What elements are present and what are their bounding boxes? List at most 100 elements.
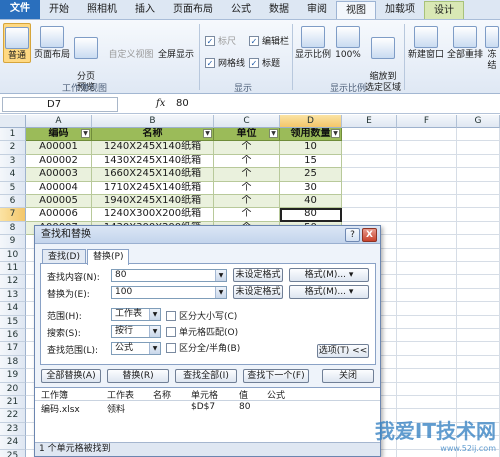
cell-g5[interactable] <box>457 181 500 195</box>
row-header-2[interactable]: 2 <box>0 141 26 155</box>
formula-bar-checkbox[interactable]: ✓ 编辑栏 <box>249 34 289 47</box>
cell-d2[interactable]: 10 <box>280 141 342 155</box>
cell-f3[interactable] <box>397 154 457 169</box>
cell-g14[interactable] <box>457 302 500 316</box>
cell-g21[interactable] <box>457 396 500 410</box>
within-select[interactable]: 工作表 ▼ <box>111 308 161 321</box>
row-header-4[interactable]: 4 <box>0 168 26 182</box>
close-icon[interactable]: X <box>362 228 377 242</box>
cell-g8[interactable] <box>457 221 500 236</box>
tab-view[interactable]: 视图 <box>336 1 376 19</box>
insert-function-icon[interactable]: fx <box>156 98 165 109</box>
cell-a4[interactable]: A00003 <box>26 168 92 182</box>
column-header-g[interactable]: G <box>457 115 500 128</box>
cell-f9[interactable] <box>397 235 457 249</box>
cell-f6[interactable] <box>397 195 457 209</box>
zoom-to-selection-button[interactable]: 缩放到 选定区域 <box>364 23 402 94</box>
results-col-sheet[interactable]: 工作表 <box>107 388 134 401</box>
row-header-10[interactable]: 10 <box>0 248 26 262</box>
row-header-8[interactable]: 8 <box>0 221 26 236</box>
row-header-24[interactable]: 24 <box>0 436 26 450</box>
cell-f8[interactable] <box>397 221 457 236</box>
cell-b1[interactable]: 名称 ▼ <box>92 128 214 142</box>
row-header-21[interactable]: 21 <box>0 396 26 410</box>
tab-home[interactable]: 开始 <box>40 1 78 19</box>
normal-view-button[interactable]: 普通 <box>3 23 31 63</box>
column-header-a[interactable]: A <box>26 115 92 128</box>
tab-design[interactable]: 设计 <box>424 1 464 19</box>
page-layout-view-button[interactable]: 页面布局 <box>33 23 71 61</box>
filter-dropdown-icon[interactable]: ▼ <box>269 129 278 138</box>
filter-dropdown-icon[interactable]: ▼ <box>203 129 212 138</box>
cell-g17[interactable] <box>457 342 500 356</box>
results-col-formula[interactable]: 公式 <box>267 388 285 401</box>
options-button[interactable]: 选项(T) << <box>317 344 369 358</box>
results-col-name[interactable]: 名称 <box>153 388 171 401</box>
freeze-panes-button[interactable]: 冻结 <box>484 23 500 72</box>
cell-g7[interactable] <box>457 208 500 222</box>
cell-b7[interactable]: 1240X300X200纸箱 <box>92 208 214 222</box>
row-header-17[interactable]: 17 <box>0 342 26 356</box>
active-cell[interactable]: 80 <box>280 208 342 222</box>
replace-format-button[interactable]: 格式(M)... ▾ <box>289 285 369 299</box>
row-header-25[interactable]: 25 <box>0 449 26 457</box>
cell-e3[interactable] <box>342 154 397 169</box>
cell-c7[interactable]: 个 <box>214 208 280 222</box>
tab-replace[interactable]: 替换(P) <box>87 249 130 265</box>
row-header-12[interactable]: 12 <box>0 275 26 289</box>
results-col-workbook[interactable]: 工作簿 <box>41 388 68 401</box>
cell-g1[interactable] <box>457 128 500 142</box>
cell-g12[interactable] <box>457 275 500 289</box>
arrange-all-button[interactable]: 全部重排 <box>447 23 483 61</box>
cell-f11[interactable] <box>397 262 457 276</box>
cell-f5[interactable] <box>397 181 457 195</box>
cell-f2[interactable] <box>397 141 457 155</box>
cell-g16[interactable] <box>457 329 500 343</box>
tab-review[interactable]: 审阅 <box>298 1 336 19</box>
cell-c5[interactable]: 个 <box>214 181 280 195</box>
find-what-input[interactable]: 80 ▼ <box>111 269 227 282</box>
cell-a6[interactable]: A00005 <box>26 195 92 209</box>
find-next-button[interactable]: 查找下一个(F) <box>243 369 309 383</box>
cell-f17[interactable] <box>397 342 457 356</box>
column-header-d[interactable]: D <box>280 115 342 128</box>
row-header-3[interactable]: 3 <box>0 154 26 169</box>
cell-a3[interactable]: A00002 <box>26 154 92 169</box>
filter-dropdown-icon[interactable]: ▼ <box>331 129 340 138</box>
row-header-22[interactable]: 22 <box>0 409 26 423</box>
row-header-6[interactable]: 6 <box>0 195 26 209</box>
cell-e1[interactable] <box>342 128 397 142</box>
cell-f18[interactable] <box>397 355 457 370</box>
chevron-down-icon[interactable]: ▼ <box>149 343 160 354</box>
match-entire-cell-checkbox[interactable]: 单元格匹配(O) <box>166 325 238 338</box>
cell-f7[interactable] <box>397 208 457 222</box>
row-header-7[interactable]: 7 <box>0 208 26 222</box>
dialog-title-bar[interactable]: 查找和替换 ? X <box>35 226 380 244</box>
column-header-f[interactable]: F <box>397 115 457 128</box>
cell-f15[interactable] <box>397 315 457 329</box>
cell-c4[interactable]: 个 <box>214 168 280 182</box>
help-button[interactable]: ? <box>345 228 360 242</box>
cell-g18[interactable] <box>457 355 500 370</box>
cell-f1[interactable] <box>397 128 457 142</box>
cell-e2[interactable] <box>342 141 397 155</box>
tab-formulas[interactable]: 公式 <box>222 1 260 19</box>
ruler-checkbox[interactable]: ✓ 标尺 <box>205 34 236 47</box>
cell-g2[interactable] <box>457 141 500 155</box>
cell-g20[interactable] <box>457 382 500 396</box>
results-col-value[interactable]: 值 <box>239 388 248 401</box>
cell-g4[interactable] <box>457 168 500 182</box>
results-col-cell[interactable]: 单元格 <box>191 388 218 401</box>
results-row[interactable]: 编码.xlsx 领料 $D$7 80 <box>35 402 380 415</box>
cell-e7[interactable] <box>342 208 397 222</box>
match-byte-checkbox[interactable]: 区分全/半角(B) <box>166 341 240 354</box>
cell-a1[interactable]: 编码 ▼ <box>26 128 92 142</box>
select-all-corner[interactable] <box>0 115 26 128</box>
new-window-button[interactable]: 新建窗口 <box>406 23 446 61</box>
cell-b5[interactable]: 1710X245X140纸箱 <box>92 181 214 195</box>
tab-camera[interactable]: 照相机 <box>78 1 126 19</box>
tab-insert[interactable]: 插入 <box>126 1 164 19</box>
gridlines-checkbox[interactable]: ✓ 网格线 <box>205 56 245 69</box>
row-header-1[interactable]: 1 <box>0 128 26 142</box>
cell-c6[interactable]: 个 <box>214 195 280 209</box>
